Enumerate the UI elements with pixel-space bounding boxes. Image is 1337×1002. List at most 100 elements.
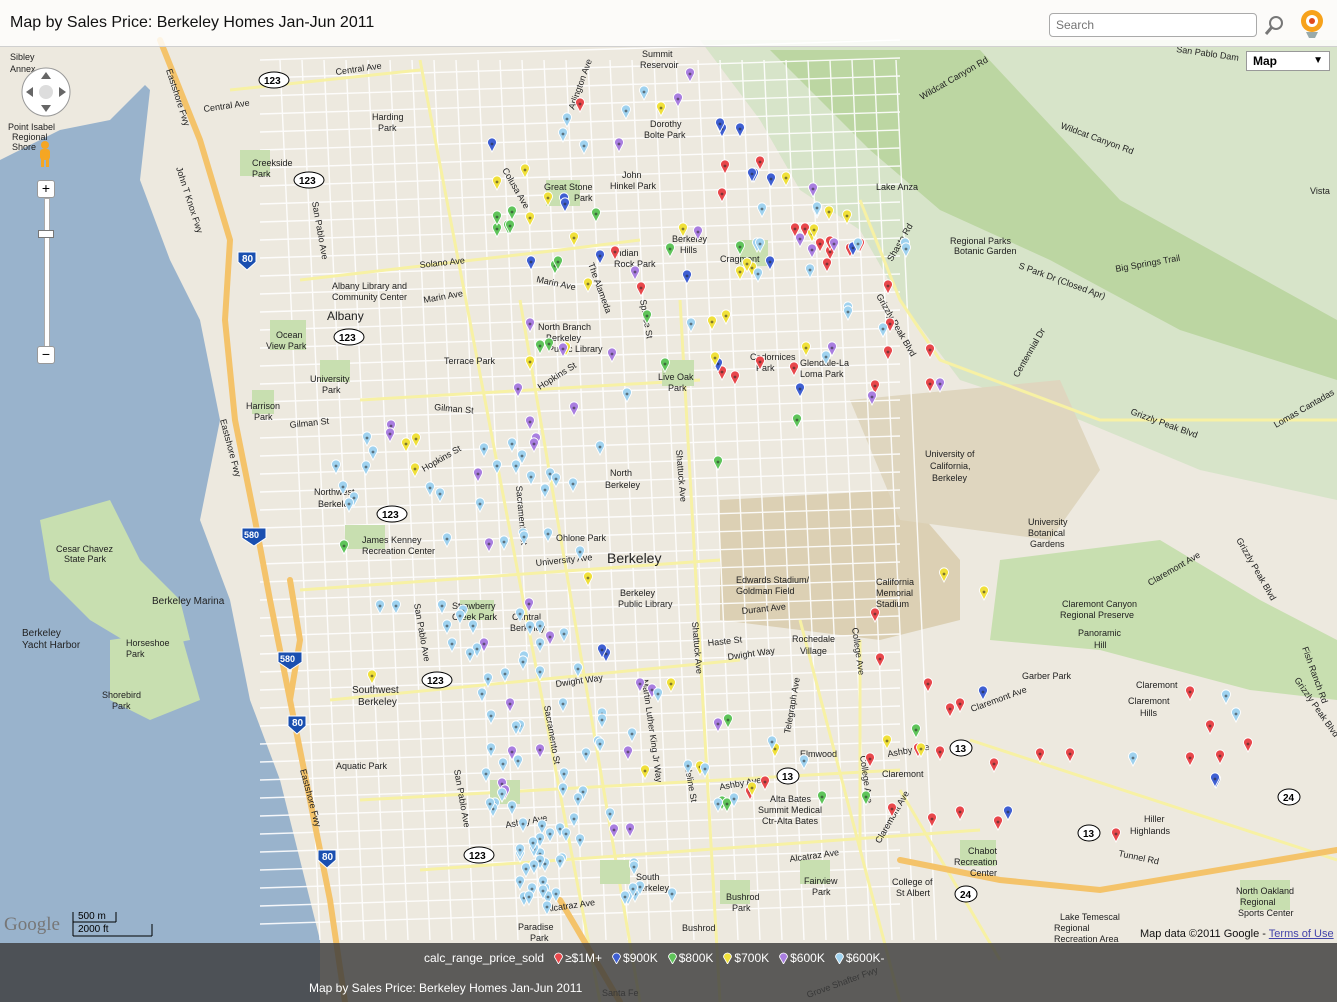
sale-marker-dot [482,642,486,646]
legend-label: $700K [734,951,770,965]
svg-text:View Park: View Park [266,341,307,351]
sale-marker-dot [625,392,629,396]
sale-marker-dot [576,797,580,801]
sale-marker-dot [638,885,642,889]
zoom-in-button[interactable]: + [37,180,55,198]
svg-text:Park: Park [252,169,271,179]
sale-marker-dot [724,314,728,318]
sale-marker-dot [650,688,654,692]
sale-marker-dot [578,550,582,554]
label-albany-library: Albany Library and [332,281,407,291]
sale-marker-dot [733,375,737,379]
sale-marker-dot [856,242,860,246]
sale-marker-dot [686,764,690,768]
sale-marker-dot [495,227,499,231]
sale-marker-dot [562,772,566,776]
svg-text:13: 13 [955,744,967,755]
map-attribution: Map data ©2011 Google - Terms of Use [1140,928,1334,940]
sale-marker-dot [522,535,526,539]
svg-text:80: 80 [242,254,254,265]
sale-marker-dot [489,747,493,751]
sale-marker-dot [598,445,602,449]
sale-marker-dot [564,832,568,836]
sale-marker-dot [538,859,542,863]
svg-text:Stadium: Stadium [876,599,909,609]
svg-text:Summit Medical: Summit Medical [758,805,822,815]
sale-marker-dot [482,447,486,451]
shield-123-a: 123 [258,71,290,89]
app-logo-icon[interactable] [1297,8,1327,40]
sale-marker-dot [670,892,674,896]
sale-marker-dot [480,692,484,696]
sale-marker-dot [868,757,872,761]
label-sibley-annex: Sibley [10,52,35,62]
sale-marker-dot [659,106,663,110]
sale-marker-dot [1208,724,1212,728]
svg-text:Botanic Garden: Botanic Garden [954,246,1017,256]
sale-marker-dot [500,792,504,796]
sale-marker-dot [545,905,549,909]
label-live-oak-park: Live Oak [658,372,694,382]
shield-13-c: 13 [1077,824,1101,842]
sale-marker-dot [378,604,382,608]
sale-marker-dot [815,206,819,210]
svg-text:123: 123 [382,510,399,521]
zoom-slider[interactable] [44,198,50,350]
sale-marker-dot [716,460,720,464]
sale-marker-dot [725,802,729,806]
terms-of-use-link[interactable]: Terms of Use [1269,928,1334,940]
zoom-slider-handle[interactable] [38,230,54,238]
legend-item-700k: $700K [723,951,769,965]
sale-marker-dot [546,196,550,200]
sale-marker-dot [982,590,986,594]
svg-text:Park: Park [378,123,397,133]
sale-marker-dot [798,237,802,241]
svg-text:Park: Park [254,412,273,422]
label-creekside-park: Creekside [252,158,293,168]
sale-marker-dot [750,172,754,176]
sale-marker-dot [546,895,550,899]
legend-label: $800K [678,951,714,965]
label-horseshoe: Horseshoe [126,638,170,648]
sale-marker-dot [612,828,616,832]
sale-marker-dot [489,714,493,718]
sale-marker-dot [723,164,727,168]
sale-marker-dot [914,728,918,732]
label-claremont-canyon: Claremont Canyon [1062,599,1137,609]
pan-control[interactable] [20,66,72,118]
shield-123-b: 123 [293,171,325,189]
svg-text:Regional: Regional [1054,923,1090,933]
sale-marker-dot [864,795,868,799]
sale-marker-dot [845,214,849,218]
sale-marker-dot [342,544,346,548]
street-view-pegman-icon[interactable] [38,140,52,168]
sale-marker-dot [572,236,576,240]
label-summit-reservoir: Summit [642,49,673,59]
sale-marker-dot [769,177,773,181]
label-terrace-park: Terrace Park [444,356,496,366]
sale-marker-dot [581,790,585,794]
sale-marker-dot [958,702,962,706]
sale-marker-dot [521,822,525,826]
label-stadium: California [876,577,914,587]
search-icon[interactable] [1264,14,1286,36]
svg-text:Berkeley: Berkeley [932,473,968,483]
sale-marker-dot [334,464,338,468]
sale-marker-dot [919,747,923,751]
search-input[interactable] [1049,13,1257,37]
sale-marker-dot [760,207,764,211]
sale-marker-dot [888,322,892,326]
zoom-out-button[interactable]: − [37,346,55,364]
sale-marker-dot [720,370,724,374]
sale-marker-dot [538,670,542,674]
svg-text:Memorial: Memorial [876,588,913,598]
label-botanic-garden: Regional Parks [950,236,1012,246]
shield-123-d: 123 [376,505,408,523]
legend-bar: calc_range_price_sold ≥$1M+ $900K $800K … [0,943,1337,1002]
map-canvas[interactable]: Albany Berkeley Berkeley Marina Berkeley… [0,0,1337,1002]
sale-marker-dot [886,350,890,354]
sale-marker-dot [495,180,499,184]
svg-text:580: 580 [244,530,259,540]
map-type-select[interactable]: Map ▼ [1246,51,1330,71]
sale-marker-dot [768,260,772,264]
